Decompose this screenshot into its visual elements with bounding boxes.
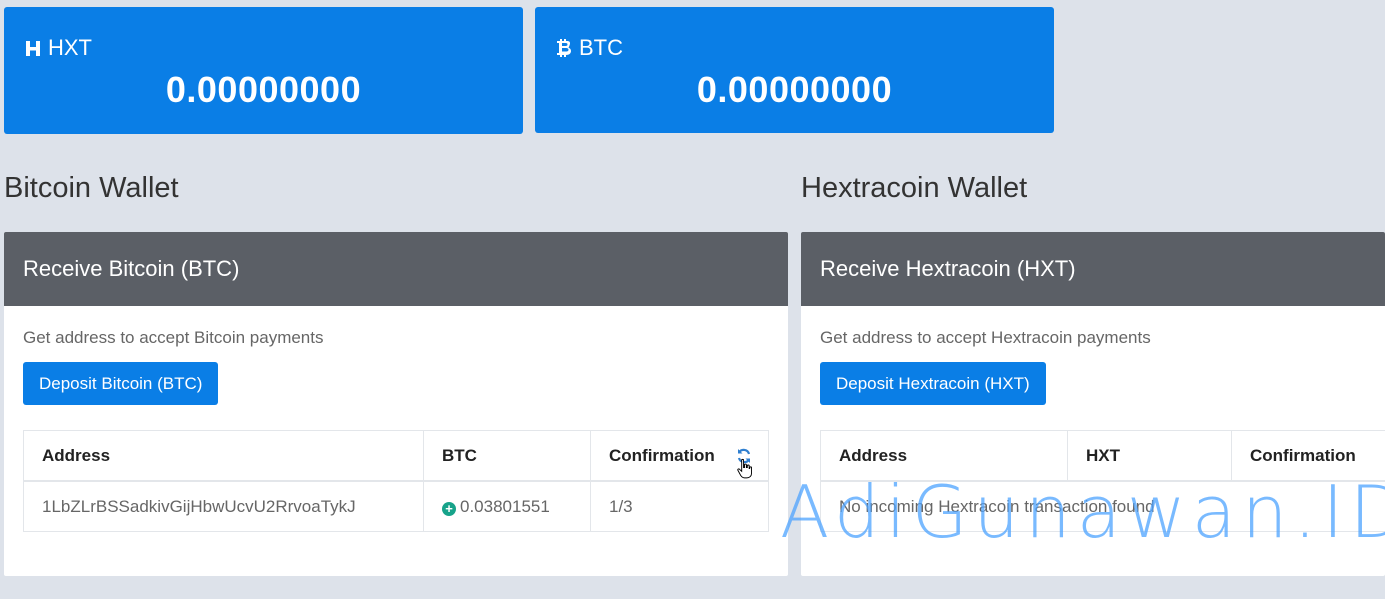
btc-balance-label: BTC	[555, 35, 623, 61]
tx-confirmation: 1/3	[590, 480, 769, 532]
btc-balance-card: BTC 0.00000000	[535, 7, 1054, 133]
column-header-address: Address	[23, 430, 424, 482]
hxt-balance-label: HXT	[24, 35, 92, 61]
hextracoin-icon	[26, 41, 40, 56]
table-row: 1LbZLrBSSadkivGijHbwUcvU2RrvoaTykJ +0.03…	[23, 480, 769, 532]
bitcoin-panel-header: Receive Bitcoin (BTC)	[4, 232, 788, 306]
plus-circle-icon: +	[442, 501, 456, 516]
table-header-row: Address HXT Confirmation	[820, 430, 1385, 482]
column-header-confirmation: Confirmation	[1231, 430, 1385, 482]
tx-amount: 0.03801551	[460, 496, 550, 516]
hxt-balance-card: HXT 0.00000000	[4, 7, 523, 134]
hextracoin-panel-description: Get address to accept Hextracoin payment…	[820, 328, 1151, 347]
table-header-row: Address BTC Confirmation	[23, 430, 769, 482]
hxt-balance-amount: 0.00000000	[165, 69, 362, 110]
hextracoin-transactions-table: Address HXT Confirmation No incoming Hex…	[820, 430, 1385, 532]
column-header-confirmation: Confirmation	[590, 430, 769, 482]
deposit-hextracoin-button[interactable]: Deposit Hextracoin (HXT)	[820, 362, 1046, 405]
column-header-address: Address	[820, 430, 1068, 482]
hand-pointer-cursor-icon	[737, 458, 752, 479]
empty-message: No incoming Hextracoin transaction found	[820, 480, 1385, 532]
confirmation-label: Confirmation	[609, 445, 715, 465]
deposit-bitcoin-button[interactable]: Deposit Bitcoin (BTC)	[23, 362, 219, 405]
bitcoin-icon	[557, 39, 571, 57]
hextracoin-receive-panel: Receive Hextracoin (HXT) Get address to …	[801, 232, 1385, 576]
bitcoin-transactions-table: Address BTC Confirmation 1LbZLrBSSadkivG…	[23, 430, 769, 532]
hextracoin-panel-header: Receive Hextracoin (HXT)	[801, 232, 1385, 306]
column-header-btc: BTC	[423, 430, 591, 482]
btc-balance-amount: 0.00000000	[696, 69, 893, 110]
bitcoin-panel-description: Get address to accept Bitcoin payments	[23, 328, 324, 347]
tx-address: 1LbZLrBSSadkivGijHbwUcvU2RrvoaTykJ	[23, 480, 424, 532]
column-header-hxt: HXT	[1067, 430, 1232, 482]
btc-currency: BTC	[579, 35, 623, 60]
hextracoin-wallet-title: Hextracoin Wallet	[801, 172, 1028, 204]
table-row: No incoming Hextracoin transaction found	[820, 480, 1385, 532]
bitcoin-receive-panel: Receive Bitcoin (BTC) Get address to acc…	[4, 232, 788, 576]
bitcoin-wallet-title: Bitcoin Wallet	[4, 172, 179, 204]
hxt-currency: HXT	[48, 35, 92, 60]
tx-amount-cell: +0.03801551	[423, 480, 591, 532]
